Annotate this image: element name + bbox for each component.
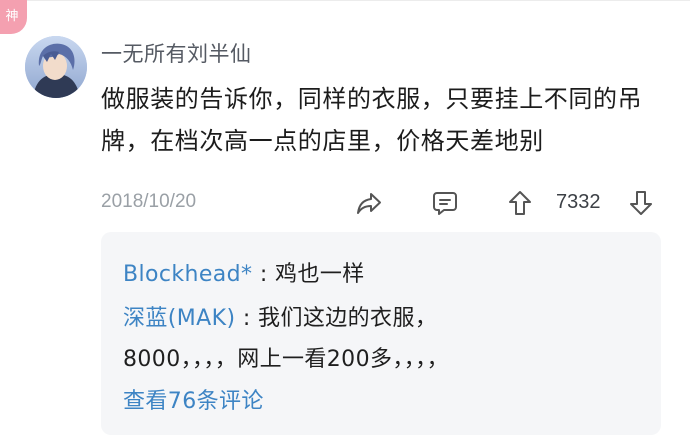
avatar-image [25, 36, 87, 98]
replies-box: Blockhead* : 鸡也一样 深蓝(MAK) : 我们这边的衣服， 800… [101, 232, 661, 435]
hot-badge-label: 神 [5, 8, 19, 24]
view-more-comments-link[interactable]: 查看76条评论 [123, 383, 264, 415]
upvote-button[interactable] [503, 186, 537, 220]
reply-author[interactable]: 深蓝(MAK) [123, 306, 235, 331]
share-icon [357, 193, 381, 214]
comment-button[interactable] [428, 186, 462, 220]
share-button[interactable] [352, 186, 386, 220]
upvote-icon [509, 191, 531, 215]
reply-author[interactable]: Blockhead* [123, 262, 252, 287]
reply-text-continuation: 8000，，，，网上一看200多，，，， [123, 347, 449, 372]
reply-separator: : [235, 306, 259, 331]
hot-badge: 神 [0, 0, 27, 34]
top-divider [0, 0, 690, 1]
downvote-icon [630, 191, 652, 215]
reply-text: 我们这边的衣服， [258, 306, 438, 331]
comment-username[interactable]: 一无所有刘半仙 [101, 38, 252, 68]
avatar[interactable] [25, 36, 87, 98]
reply-separator: : [252, 262, 276, 287]
downvote-button[interactable] [624, 186, 658, 220]
reply-item: Blockhead* : 鸡也一样 [123, 256, 365, 288]
reply-item: 深蓝(MAK) : 我们这边的衣服， [123, 300, 437, 332]
comment-text: 做服装的告诉你，同样的衣服，只要挂上不同的吊牌，在档次高一点的店里，价格天差地别 [101, 85, 643, 155]
upvote-count: 7332 [556, 191, 601, 213]
comment-icon [433, 192, 457, 215]
comment-date: 2018/10/20 [101, 191, 197, 212]
reply-text: 鸡也一样 [275, 262, 365, 287]
